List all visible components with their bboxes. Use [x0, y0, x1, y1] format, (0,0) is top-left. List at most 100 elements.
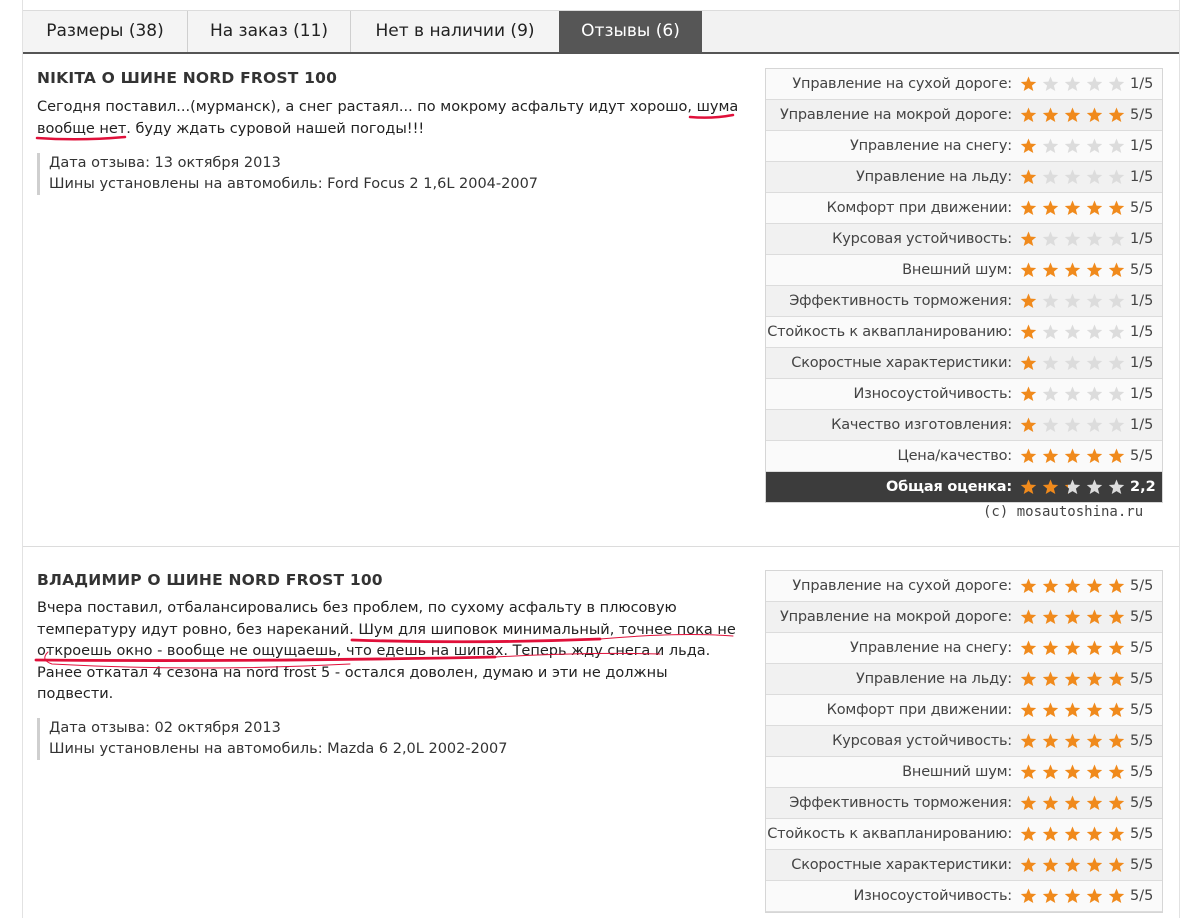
rating-score: 1/5 [1130, 386, 1154, 402]
star-icon [1064, 169, 1081, 184]
tab-out-of-stock[interactable]: Нет в наличии (9) [351, 11, 560, 52]
review-text: Сегодня поставил...(мурманск), а снег ра… [37, 99, 739, 137]
star-icon [1064, 888, 1081, 903]
review-car: Шины установлены на автомобиль: Mazda 6 … [49, 741, 508, 757]
star-icon [1042, 578, 1059, 593]
rating-label: Качество изготовления: [831, 417, 1012, 433]
rating-score: 5/5 [1130, 857, 1154, 873]
star-icon [1020, 702, 1037, 717]
star-icon [1020, 826, 1037, 841]
rating-row: Управление на сухой дороге: 5/5 [766, 571, 1162, 602]
star-icon [1020, 169, 1037, 184]
star-icon [1108, 578, 1125, 593]
rating-row: Цена/качество: 5/5 [766, 441, 1162, 472]
star-icon [1042, 231, 1059, 246]
star-icon [1108, 795, 1125, 810]
star-icon [1086, 733, 1103, 748]
rating-stars [1020, 200, 1130, 216]
star-icon [1064, 857, 1081, 872]
rating-score: 1/5 [1130, 138, 1154, 154]
rating-label: Общая оценка: [885, 479, 1012, 495]
star-icon [1064, 293, 1081, 308]
rating-score: 5/5 [1130, 640, 1154, 656]
rating-score: 5/5 [1130, 733, 1154, 749]
star-icon [1020, 76, 1037, 91]
star-icon [1042, 355, 1059, 370]
star-icon [1042, 324, 1059, 339]
star-icon [1064, 138, 1081, 153]
rating-stars [1020, 76, 1130, 92]
rating-row: Курсовая устойчивость: 1/5 [766, 224, 1162, 255]
rating-stars [1020, 107, 1130, 123]
rating-row: Комфорт при движении: 5/5 [766, 695, 1162, 726]
star-icon [1020, 640, 1037, 655]
star-icon [1064, 386, 1081, 401]
star-icon [1086, 671, 1103, 686]
star-icon [1020, 324, 1037, 339]
star-icon [1108, 138, 1125, 153]
rating-row: Управление на льду: 1/5 [766, 162, 1162, 193]
rating-stars [1020, 795, 1130, 811]
star-icon [1108, 417, 1125, 432]
rating-row: Скоростные характеристики: 1/5 [766, 348, 1162, 379]
rating-row: Управление на сухой дороге: 1/5 [766, 69, 1162, 100]
overall-rating-row: Общая оценка: 2,2 [766, 472, 1162, 502]
ratings-table: Управление на сухой дороге: 1/5 Управление… [765, 68, 1163, 503]
rating-stars [1020, 733, 1130, 749]
star-icon [1086, 888, 1103, 903]
star-icon [1108, 609, 1125, 624]
star-icon [1042, 448, 1059, 463]
rating-label: Эффективность торможения: [789, 293, 1012, 309]
star-icon [1086, 764, 1103, 779]
rating-label: Управление на льду: [855, 169, 1012, 185]
rating-row: Управление на снегу: 1/5 [766, 131, 1162, 162]
star-icon [1042, 262, 1059, 277]
rating-stars [1020, 479, 1130, 495]
star-icon [1108, 169, 1125, 184]
star-icon [1086, 578, 1103, 593]
star-icon [1042, 764, 1059, 779]
star-icon [1042, 888, 1059, 903]
star-icon [1020, 479, 1037, 494]
rating-score: 5/5 [1130, 702, 1154, 718]
star-icon [1064, 448, 1081, 463]
review-title: NIKITA О ШИНЕ NORD FROST 100 [37, 69, 338, 87]
rating-label: Курсовая устойчивость: [832, 231, 1012, 247]
rating-stars [1020, 671, 1130, 687]
tab-on-order[interactable]: На заказ (11) [188, 11, 351, 52]
rating-stars [1020, 169, 1130, 185]
rating-stars [1020, 448, 1130, 464]
rating-label: Управление на снегу: [849, 640, 1012, 656]
star-icon [1042, 671, 1059, 686]
star-icon [1108, 888, 1125, 903]
rating-score: 5/5 [1130, 671, 1154, 687]
star-icon [1086, 169, 1103, 184]
rating-label: Управление на сухой дороге: [792, 76, 1012, 92]
rating-label: Управление на мокрой дороге: [779, 107, 1012, 123]
star-icon [1064, 107, 1081, 122]
rating-row: Износоустойчивость: 5/5 [766, 881, 1162, 912]
star-icon [1020, 764, 1037, 779]
rating-label: Износоустойчивость: [853, 888, 1012, 904]
rating-row: Внешний шум: 5/5 [766, 255, 1162, 286]
star-icon [1108, 76, 1125, 91]
star-icon [1064, 764, 1081, 779]
star-icon [1020, 857, 1037, 872]
tab-reviews[interactable]: Отзывы (6) [559, 11, 702, 52]
star-icon [1108, 231, 1125, 246]
review-title: ВЛАДИМИР О ШИНЕ NORD FROST 100 [37, 571, 383, 589]
star-icon [1020, 733, 1037, 748]
tab-sizes[interactable]: Размеры (38) [23, 11, 188, 52]
star-icon [1108, 293, 1125, 308]
rating-score: 1/5 [1130, 417, 1154, 433]
star-icon [1064, 417, 1081, 432]
star-icon [1086, 826, 1103, 841]
rating-row: Управление на мокрой дороге: 5/5 [766, 602, 1162, 633]
rating-stars [1020, 857, 1130, 873]
star-icon [1108, 764, 1125, 779]
star-icon [1064, 578, 1081, 593]
rating-row: Внешний шум: 5/5 [766, 757, 1162, 788]
rating-score: 5/5 [1130, 826, 1154, 842]
star-icon [1086, 293, 1103, 308]
review-date: Дата отзыва: 02 октября 2013 [49, 720, 281, 736]
